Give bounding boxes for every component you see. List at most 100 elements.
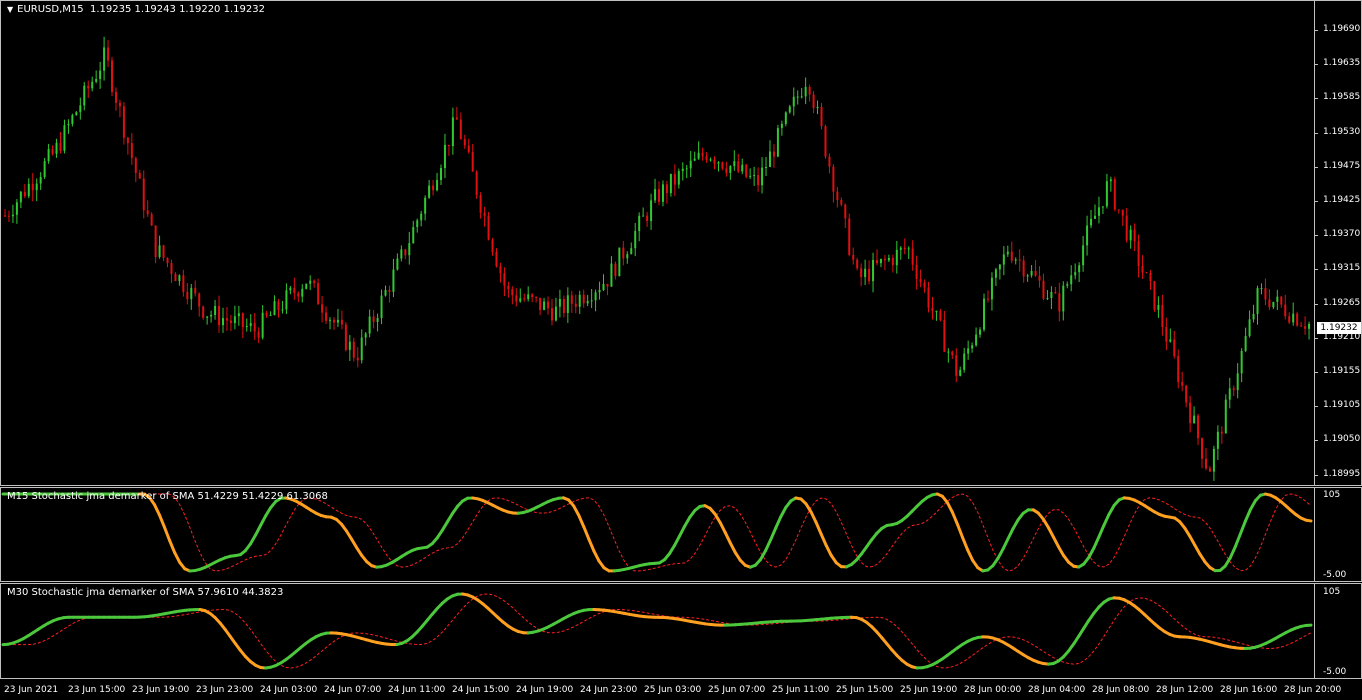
candle-body (424, 197, 427, 214)
candle-body (360, 337, 363, 361)
candle-body (1197, 415, 1200, 439)
candle-body (705, 156, 708, 160)
oscillator-segment (673, 534, 682, 547)
candle-body (1252, 313, 1255, 320)
candle-body (550, 308, 553, 321)
chart-title[interactable]: ▼ EURUSD,M15 1.19235 1.19243 1.19220 1.19… (7, 4, 265, 15)
ind1-title: M15 Stochastic jma demarker of SMA 51.42… (7, 491, 328, 502)
candle-body (420, 213, 423, 221)
candle-body (1272, 301, 1275, 308)
candle-body (1133, 229, 1136, 242)
candle-body (1300, 325, 1303, 327)
candle-body (99, 70, 102, 79)
price-chart-pane[interactable]: 1.19690 1.19635 1.19585 1.19530 1.19475 1.194… (0, 0, 1362, 486)
candle-body (1034, 270, 1037, 276)
candle-body (289, 287, 292, 291)
candle-body (1030, 270, 1033, 276)
candle-body (348, 341, 351, 350)
candle-body (761, 167, 764, 186)
candle-body (638, 215, 641, 232)
candle-body (154, 225, 157, 258)
oscillator-segment (718, 520, 727, 534)
candle-body (1288, 316, 1291, 323)
candle-body (808, 86, 811, 95)
candle-body (1022, 260, 1025, 277)
candle-body (765, 167, 768, 169)
candle-body (828, 156, 831, 167)
oscillator-segment (1193, 543, 1202, 556)
candle-body (1026, 275, 1029, 277)
oscillator-segment (592, 549, 601, 563)
candle-body (87, 85, 90, 89)
candle-body (614, 263, 617, 277)
candle-body (372, 316, 375, 322)
indicator-pane-m30[interactable]: 105 -5.00 M30 Stochastic jma demarker of… (0, 583, 1362, 679)
candle-body (447, 144, 450, 147)
candle-body (344, 324, 347, 350)
indicator-pane-m15[interactable]: 105 -5.00 M15 Stochastic jma demarker of… (0, 487, 1362, 582)
candle-body (158, 245, 161, 258)
candle-body (1129, 229, 1132, 241)
oscillator-segment (259, 514, 268, 527)
price-tick (1314, 166, 1318, 168)
candle-body (927, 287, 930, 308)
candle-body (717, 162, 720, 164)
candle-body (566, 295, 569, 313)
candle-body (400, 249, 403, 259)
oscillator-segment (1087, 546, 1096, 560)
oscillator-segment (819, 532, 828, 547)
candle-body (214, 305, 217, 315)
candle-body (182, 275, 185, 292)
candle-body (273, 301, 276, 315)
candle-body (95, 78, 98, 82)
price-tick (1314, 269, 1318, 271)
candle-body (436, 180, 439, 191)
candle-body (558, 298, 561, 307)
oscillator-segment (1304, 518, 1313, 523)
ind2-axis-border (1314, 584, 1315, 678)
candle-body (574, 303, 577, 307)
oscillator-segment (158, 513, 167, 530)
candle-body (174, 273, 177, 282)
candle-body (79, 105, 82, 113)
time-tick-label: 25 Jun 11:00 (772, 685, 830, 695)
candle-body (951, 351, 954, 356)
oscillator-segment (1006, 527, 1015, 541)
candle-body (990, 277, 993, 300)
candle-body (1149, 272, 1152, 282)
oscillator-segment (774, 515, 783, 530)
candle-body (293, 287, 296, 294)
candle-body (868, 268, 871, 282)
candle-body (388, 289, 391, 292)
candle-body (994, 269, 997, 278)
candle-body (1141, 266, 1144, 273)
price-tick (1314, 372, 1318, 373)
candle-body (626, 254, 629, 259)
candle-body (1204, 458, 1207, 469)
candle-body (253, 323, 256, 332)
collapse-triangle-icon[interactable]: ▼ (7, 5, 13, 14)
candle-body (780, 123, 783, 129)
candle-body (733, 161, 736, 167)
candle-body (979, 329, 982, 335)
candle-body (1232, 388, 1235, 391)
candle-body (1240, 350, 1243, 374)
candle-body (971, 345, 974, 349)
current-price-tag: 1.19232 (1317, 322, 1361, 334)
candle-body (356, 357, 359, 361)
oscillator-segment (577, 513, 586, 529)
time-tick-label: 24 Jun 23:00 (580, 685, 638, 695)
candlestick-chart[interactable] (1, 1, 1314, 485)
candle-body (697, 152, 700, 159)
candle-body (503, 273, 506, 286)
candle-body (709, 159, 712, 161)
oscillator-segment (1011, 518, 1020, 531)
candle-body (71, 115, 74, 124)
candle-body (848, 218, 851, 255)
candle-body (1046, 298, 1049, 300)
ind1-bottom-label: -5.00 (1323, 570, 1347, 580)
candle-body (531, 294, 534, 297)
candle-body (1244, 336, 1247, 351)
candle-body (23, 191, 26, 197)
candle-body (1208, 468, 1211, 472)
